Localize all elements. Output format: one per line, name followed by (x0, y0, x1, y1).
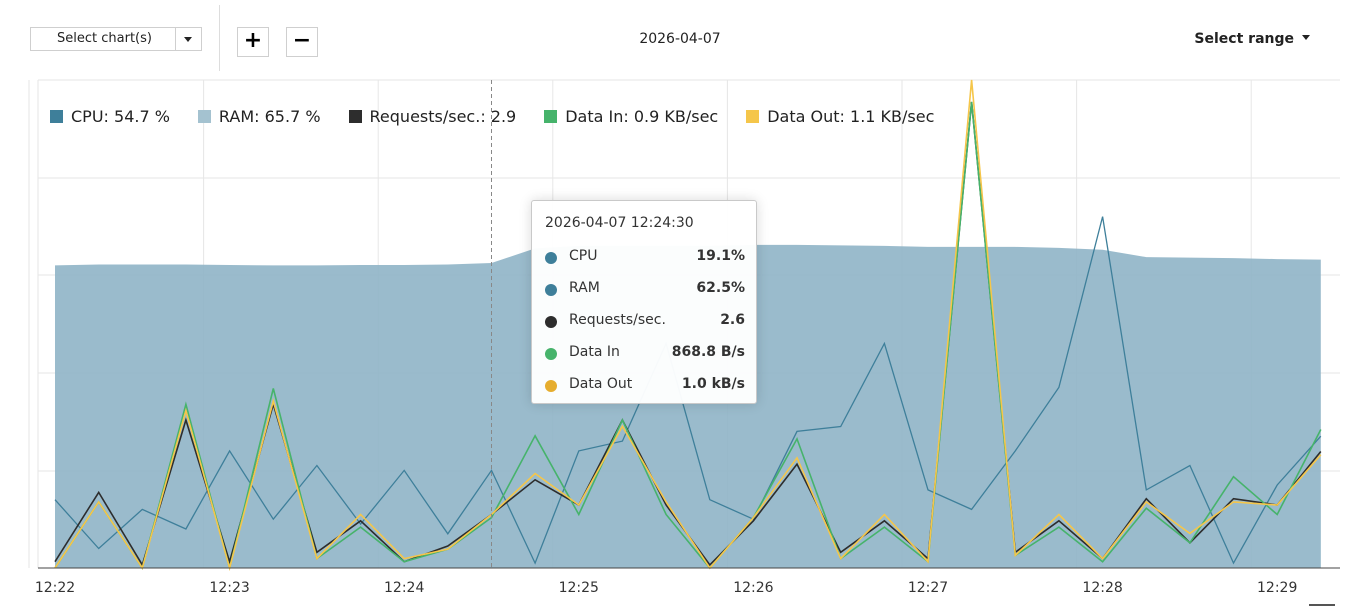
tooltip-series-name: Data In (569, 344, 620, 360)
legend-swatch (746, 109, 760, 123)
x-tick-label: 12:28 (1082, 580, 1122, 596)
legend-swatch (50, 109, 63, 123)
series-dot-icon (545, 348, 557, 360)
series-dot-icon (545, 316, 557, 328)
legend-label: CPU: 54.7 % (71, 106, 170, 126)
series-dot-icon (545, 380, 557, 392)
x-tick-label: 12:26 (733, 580, 773, 596)
tooltip-series-value: 19.1% (696, 248, 745, 264)
tooltip-title: 2026-04-07 12:24:30 (545, 215, 694, 231)
tooltip-series-value: 1.0 kB/s (681, 376, 745, 392)
series-dot-icon (545, 284, 557, 296)
resize-handle[interactable] (1309, 604, 1335, 606)
x-tick-label: 12:22 (35, 580, 75, 596)
tooltip-row-data-out: Data Out 1.0 kB/s (545, 376, 745, 396)
chart-legend: CPU: 54.7 % RAM: 65.7 % Requests/sec.: 2… (50, 104, 962, 128)
legend-swatch (348, 109, 362, 123)
tooltip-series-name: RAM (569, 280, 600, 296)
x-tick-label: 12:23 (209, 580, 249, 596)
legend-item-data-out[interactable]: Data Out: 1.1 KB/sec (746, 104, 934, 128)
legend-label: Requests/sec.: 2.9 (369, 106, 517, 126)
legend-item-data-in[interactable]: Data In: 0.9 KB/sec (544, 104, 718, 128)
chart-tooltip: 2026-04-07 12:24:30 CPU 19.1% RAM 62.5% Re… (531, 200, 757, 404)
x-tick-label: 12:27 (908, 580, 948, 596)
tooltip-series-name: Data Out (569, 376, 633, 392)
x-tick-label: 12:25 (559, 580, 599, 596)
x-tick-label: 12:24 (384, 580, 424, 596)
legend-swatch (544, 109, 558, 123)
tooltip-row-ram: RAM 62.5% (545, 280, 745, 300)
tooltip-row-data-in: Data In 868.8 B/s (545, 344, 745, 364)
legend-item-ram[interactable]: RAM: 65.7 % (197, 104, 321, 128)
tooltip-series-name: CPU (569, 248, 598, 264)
legend-label: RAM: 65.7 % (218, 106, 321, 126)
series-dot-icon (545, 252, 557, 264)
tooltip-series-value: 868.8 B/s (671, 344, 745, 360)
legend-label: Data In: 0.9 KB/sec (565, 106, 719, 126)
tooltip-series-value: 62.5% (696, 280, 745, 296)
tooltip-row-cpu: CPU 19.1% (545, 248, 745, 268)
legend-item-requests[interactable]: Requests/sec.: 2.9 (348, 104, 517, 128)
tooltip-row-requests: Requests/sec. 2.6 (545, 312, 745, 332)
tooltip-series-value: 2.6 (720, 312, 745, 328)
legend-swatch (197, 109, 211, 123)
tooltip-series-name: Requests/sec. (569, 312, 666, 328)
x-tick-label: 12:29 (1257, 580, 1297, 596)
legend-label: Data Out: 1.1 KB/sec (767, 106, 935, 126)
legend-item-cpu[interactable]: CPU: 54.7 % (50, 104, 170, 128)
